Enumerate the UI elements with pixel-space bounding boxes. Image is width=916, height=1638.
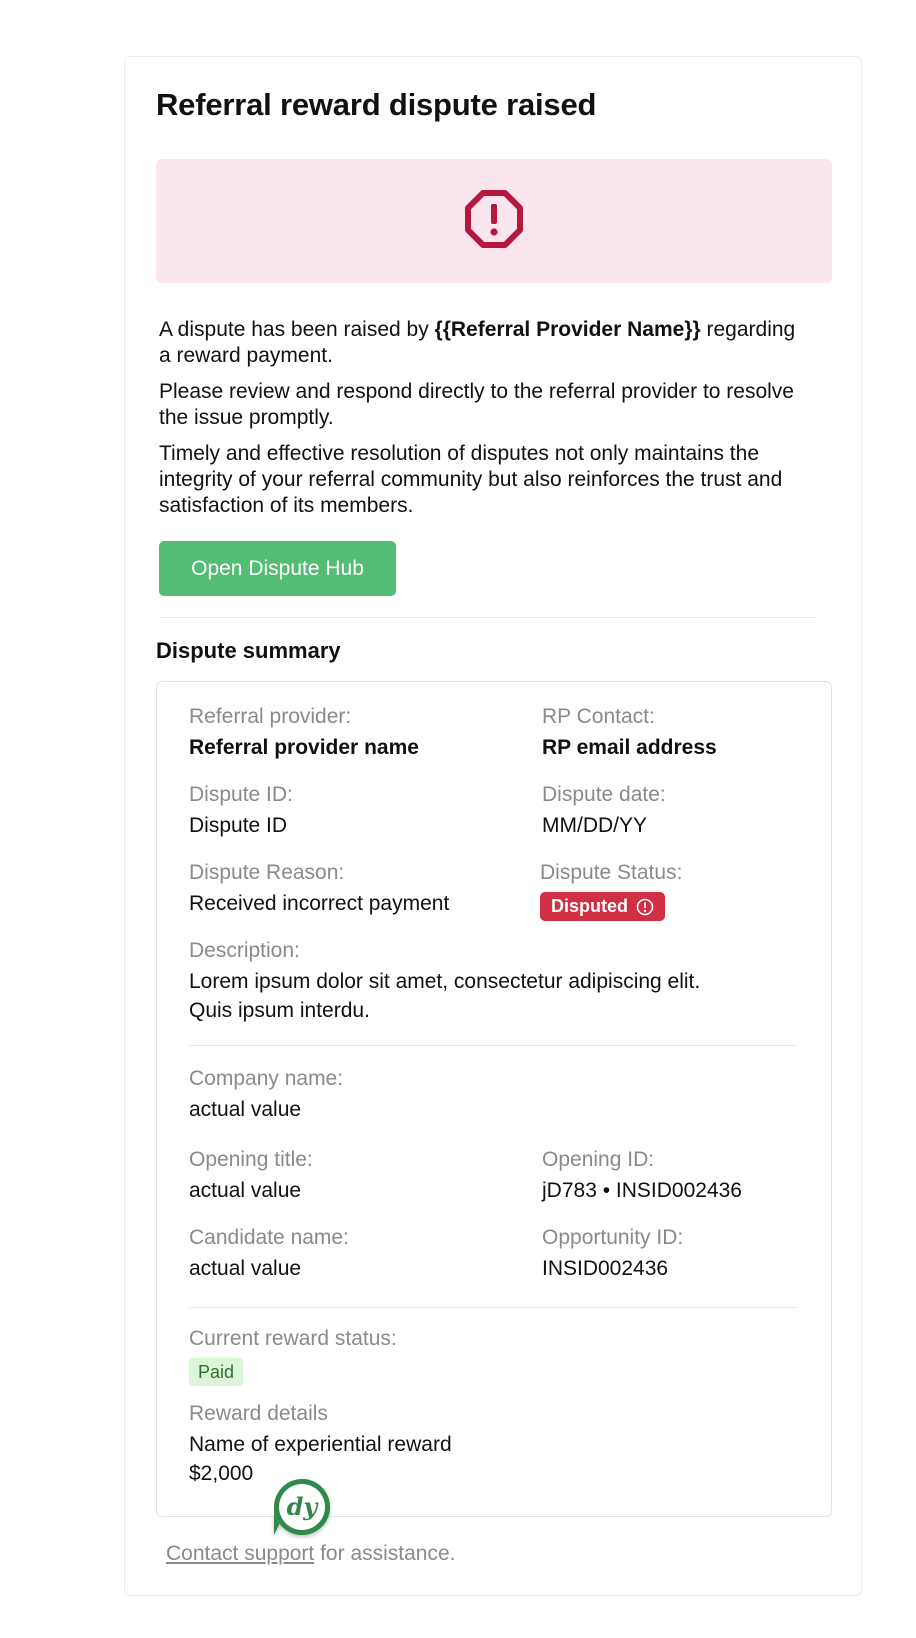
intro-paragraph: A dispute has been raised by {{Referral … bbox=[159, 317, 799, 369]
field-label: Description: bbox=[189, 939, 300, 962]
field-label: Candidate name: bbox=[189, 1226, 349, 1249]
paid-badge: Paid bbox=[189, 1358, 244, 1386]
field-label: Opportunity ID: bbox=[542, 1226, 684, 1249]
contact-support-link[interactable]: Contact support bbox=[166, 1542, 314, 1565]
dispute-reason-value: Received incorrect payment bbox=[189, 892, 450, 915]
description-value: Lorem ipsum dolor sit amet, consectetur … bbox=[189, 970, 701, 1022]
dispute-summary-box: Referral provider: Referral provider nam… bbox=[156, 681, 832, 1517]
status-badge-label: Disputed bbox=[551, 896, 629, 916]
opening-title-value: actual value bbox=[189, 1179, 302, 1202]
field-label: Dispute Status: bbox=[540, 861, 683, 884]
intro-prefix: A dispute has been raised by bbox=[159, 318, 435, 341]
dispute-id-field: Dispute ID: Dispute ID bbox=[189, 782, 293, 840]
company-name-value: actual value bbox=[189, 1098, 302, 1121]
email-card: Referral reward dispute raised A dispute… bbox=[124, 56, 862, 1596]
divider bbox=[189, 1307, 797, 1308]
referral-provider-field: Referral provider: Referral provider nam… bbox=[189, 704, 419, 762]
dispute-date-field: Dispute date: MM/DD/YY bbox=[542, 782, 666, 840]
divider bbox=[159, 617, 815, 618]
field-label: Reward details bbox=[189, 1402, 328, 1425]
field-label: RP Contact: bbox=[542, 705, 655, 728]
summary-heading: Dispute summary bbox=[156, 638, 341, 663]
alert-octagon-icon bbox=[465, 190, 523, 248]
description-field: Description: Lorem ipsum dolor sit amet,… bbox=[189, 938, 749, 1025]
candidate-name-value: actual value bbox=[189, 1257, 302, 1280]
rp-contact-value: RP email address bbox=[542, 736, 717, 759]
rp-contact-field: RP Contact: RP email address bbox=[542, 704, 717, 762]
field-label: Current reward status: bbox=[189, 1327, 397, 1350]
field-label: Dispute ID: bbox=[189, 783, 293, 806]
svg-text:dy: dy bbox=[287, 1492, 320, 1521]
company-name-field: Company name: actual value bbox=[189, 1066, 343, 1124]
provider-placeholder: {{Referral Provider Name}} bbox=[434, 318, 701, 341]
field-label: Opening title: bbox=[189, 1148, 313, 1171]
opportunity-id-value: INSID002436 bbox=[542, 1257, 669, 1280]
dispute-date-value: MM/DD/YY bbox=[542, 814, 647, 837]
field-label: Company name: bbox=[189, 1067, 344, 1090]
footer-text: Contact support for assistance. bbox=[166, 1542, 456, 1566]
opening-id-value: jD783 • INSID002436 bbox=[542, 1179, 742, 1202]
email-title: Referral reward dispute raised bbox=[156, 87, 597, 122]
opportunity-id-field: Opportunity ID: INSID002436 bbox=[542, 1225, 683, 1283]
dispute-reason-field: Dispute Reason: Received incorrect payme… bbox=[189, 860, 449, 918]
divider bbox=[189, 1045, 797, 1046]
open-dispute-hub-button[interactable]: Open Dispute Hub bbox=[159, 541, 396, 596]
opening-id-field: Opening ID: jD783 • INSID002436 bbox=[542, 1147, 742, 1205]
candidate-name-field: Candidate name: actual value bbox=[189, 1225, 349, 1283]
field-label: Dispute date: bbox=[542, 783, 666, 806]
status-badge: Disputed bbox=[540, 892, 666, 921]
field-label: Opening ID: bbox=[542, 1148, 655, 1171]
alert-circle-icon bbox=[636, 898, 654, 915]
dy-logo: dy bbox=[274, 1479, 330, 1535]
resolution-paragraph: Timely and effective resolution of dispu… bbox=[159, 442, 783, 517]
reward-status-field: Current reward status: Paid bbox=[189, 1326, 397, 1386]
review-paragraph: Please review and respond directly to th… bbox=[159, 380, 794, 429]
opening-title-field: Opening title: actual value bbox=[189, 1147, 313, 1205]
field-label: Dispute Reason: bbox=[189, 861, 345, 884]
dispute-status-field: Dispute Status: Disputed bbox=[540, 860, 682, 921]
footer-suffix: for assistance. bbox=[314, 1542, 456, 1565]
dispute-id-value: Dispute ID bbox=[189, 814, 288, 837]
referral-provider-value: Referral provider name bbox=[189, 736, 419, 759]
field-label: Referral provider: bbox=[189, 705, 352, 728]
reward-name-value: Name of experiential reward bbox=[189, 1433, 452, 1456]
alert-banner bbox=[156, 159, 832, 283]
